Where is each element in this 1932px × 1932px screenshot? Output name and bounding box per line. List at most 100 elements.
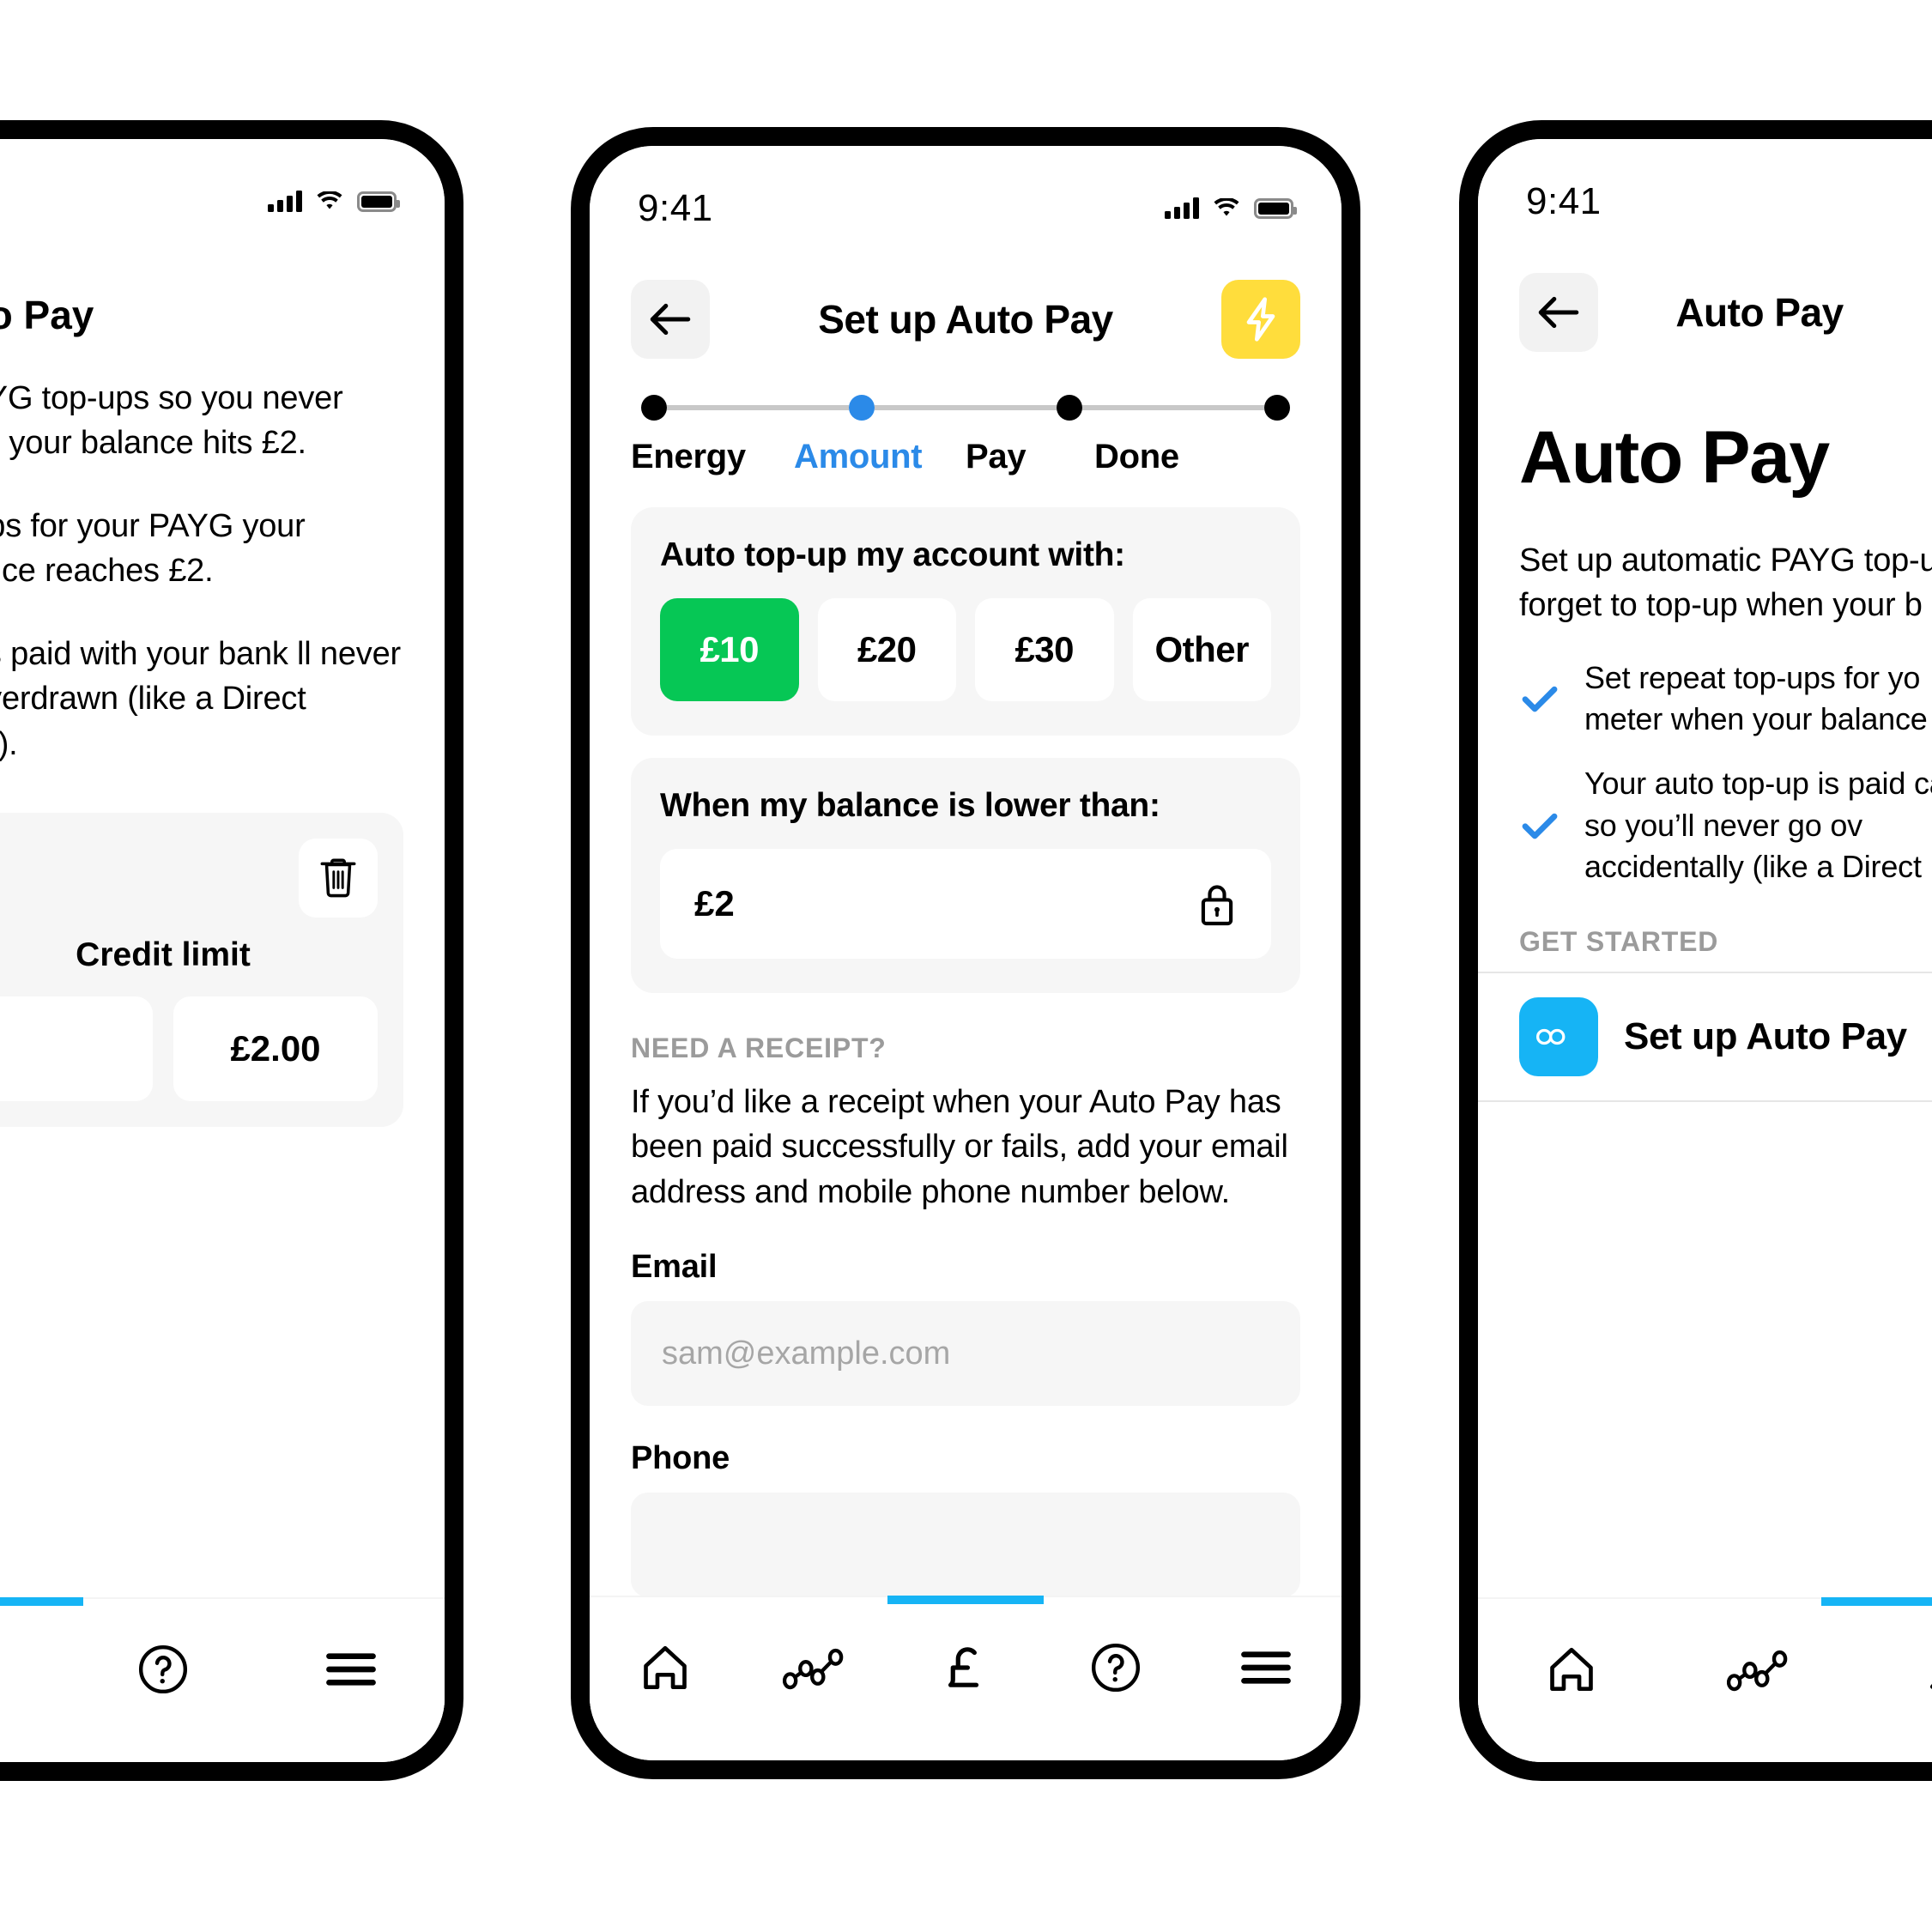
left-statusbar: [0, 139, 445, 240]
right-navbar: Auto Pay: [1478, 240, 1932, 369]
amount-option-30[interactable]: £30: [975, 598, 1114, 701]
check-icon: [1522, 687, 1558, 712]
tab-menu[interactable]: [257, 1628, 445, 1711]
tab-pound[interactable]: [0, 1628, 70, 1711]
center-statusbar: 9:41: [590, 146, 1341, 247]
left-tabbar: [0, 1597, 445, 1762]
pound-icon: [1929, 1683, 1932, 1689]
amount-option-other[interactable]: Other: [1132, 598, 1271, 701]
amount-option-10[interactable]: £10: [660, 598, 799, 701]
receipt-description: If you’d like a receipt when your Auto P…: [631, 1084, 1288, 1210]
amount-options: £10 £20 £30 Other: [660, 598, 1271, 701]
left-status-icons: [268, 191, 400, 212]
topup-amount-title: Auto top-up my account with:: [660, 536, 1125, 573]
balance-threshold-title: When my balance is lower than:: [660, 787, 1160, 824]
step-line-3: [1082, 405, 1264, 410]
credit-limit-value[interactable]: £2.00: [173, 996, 378, 1102]
bullet-text: Set repeat top-ups for yo meter when you…: [1584, 659, 1928, 737]
center-navbar: Set up Auto Pay: [590, 247, 1341, 376]
lightning-icon: [1246, 297, 1275, 342]
left-tab-indicator: [0, 1597, 83, 1606]
home-icon: [643, 1645, 687, 1690]
wifi-icon: [1214, 198, 1239, 216]
step-label-amount[interactable]: Amount: [794, 438, 966, 476]
step-line-1: [667, 405, 849, 410]
step-label-energy[interactable]: Energy: [631, 438, 794, 476]
receipt-eyebrow: NEED A RECEIPT?: [631, 1033, 887, 1063]
right-tabbar: [1478, 1597, 1932, 1762]
right-clock: 9:41: [1526, 180, 1602, 222]
amount-option-20[interactable]: £20: [817, 598, 956, 701]
stepper-labels: Energy Amount Pay Done: [631, 438, 1300, 476]
bullet-item: Your auto top-up is paid card, so you’ll…: [1519, 763, 1932, 888]
step-label-done[interactable]: Done: [1094, 438, 1300, 476]
tab-usage[interactable]: [1666, 1628, 1854, 1711]
left-credit-limit-card: Credit limit £2.00: [0, 813, 403, 1128]
help-icon: [1092, 1643, 1141, 1693]
phone-right: 9:41 Auto Pay Auto Pay Set up automatic …: [1459, 120, 1932, 1781]
quick-action-button[interactable]: [1221, 280, 1300, 359]
wifi-icon: [317, 191, 342, 209]
email-label: Email: [631, 1249, 718, 1286]
right-statusbar: 9:41: [1478, 139, 1932, 240]
signal-icon: [268, 191, 302, 212]
topup-amount-card: Auto top-up my account with: £10 £20 £30…: [631, 507, 1300, 736]
lock-icon: [1201, 885, 1233, 926]
trash-icon: [320, 858, 356, 898]
phone-input[interactable]: [631, 1493, 1300, 1596]
pound-icon: [948, 1647, 979, 1687]
tab-home[interactable]: [590, 1626, 740, 1709]
balance-threshold-field[interactable]: £2: [660, 849, 1271, 959]
signal-icon: [1165, 197, 1199, 219]
step-dot-pay[interactable]: [1057, 395, 1082, 421]
right-heading: Auto Pay: [1519, 416, 1830, 499]
stepper-track: [631, 395, 1300, 421]
step-dot-amount[interactable]: [849, 395, 875, 421]
phone-left: Auto Pay c PAYG top-ups so you never whe…: [0, 120, 463, 1781]
menu-icon: [1241, 1651, 1292, 1684]
step-dot-energy[interactable]: [641, 395, 667, 421]
bullet-item: Set repeat top-ups for yo meter when you…: [1519, 657, 1932, 741]
tab-help[interactable]: [70, 1628, 257, 1711]
tab-help[interactable]: [1041, 1626, 1191, 1709]
left-page-title: Auto Pay: [0, 293, 94, 337]
screenshot-stage: Auto Pay c PAYG top-ups so you never whe…: [0, 0, 1932, 1932]
tab-menu[interactable]: [1191, 1626, 1341, 1709]
credit-limit-field-left[interactable]: [0, 996, 153, 1102]
page-title: Auto Pay: [1675, 290, 1844, 335]
right-tab-indicator: [1821, 1597, 1932, 1606]
back-arrow-icon: [1538, 296, 1579, 329]
step-dot-done[interactable]: [1264, 395, 1290, 421]
left-paragraph-3: -up is paid with your bank ll never go o…: [0, 635, 401, 762]
center-clock: 9:41: [638, 187, 713, 229]
infinity-icon-badge: [1519, 996, 1598, 1076]
back-button[interactable]: [631, 280, 710, 359]
get-started-eyebrow: GET STARTED: [1519, 925, 1719, 957]
infinity-icon: [1536, 1028, 1566, 1045]
phone-label: Phone: [631, 1440, 730, 1477]
credit-limit-label: Credit limit: [76, 936, 251, 974]
right-body: Auto Pay Set up automatic PAYG top-u for…: [1478, 369, 1932, 1597]
step-label-pay[interactable]: Pay: [966, 438, 1094, 476]
step-line-2: [875, 405, 1057, 410]
setup-auto-pay-label: Set up Auto Pay: [1624, 1014, 1907, 1057]
tab-pound[interactable]: [1853, 1628, 1932, 1711]
usage-icon: [782, 1648, 844, 1690]
back-button[interactable]: [1519, 273, 1598, 352]
right-bullets: Set repeat top-ups for yo meter when you…: [1478, 628, 1932, 888]
email-input[interactable]: sam@example.com: [631, 1301, 1300, 1407]
help-icon: [138, 1644, 188, 1694]
usage-icon: [1727, 1650, 1788, 1692]
center-tabbar: [590, 1596, 1341, 1760]
back-arrow-icon: [650, 303, 691, 336]
center-tab-indicator: [887, 1596, 1044, 1604]
delete-button[interactable]: [299, 839, 378, 918]
right-screen: 9:41 Auto Pay Auto Pay Set up automatic …: [1478, 139, 1932, 1762]
battery-icon: [357, 191, 400, 212]
tab-pound[interactable]: [890, 1626, 1040, 1709]
home-icon: [1550, 1647, 1594, 1692]
tab-usage[interactable]: [740, 1626, 890, 1709]
tab-home[interactable]: [1478, 1628, 1666, 1711]
setup-auto-pay-row[interactable]: Set up Auto Pay: [1478, 971, 1932, 1102]
bullet-text: Your auto top-up is paid card, so you’ll…: [1584, 766, 1932, 885]
